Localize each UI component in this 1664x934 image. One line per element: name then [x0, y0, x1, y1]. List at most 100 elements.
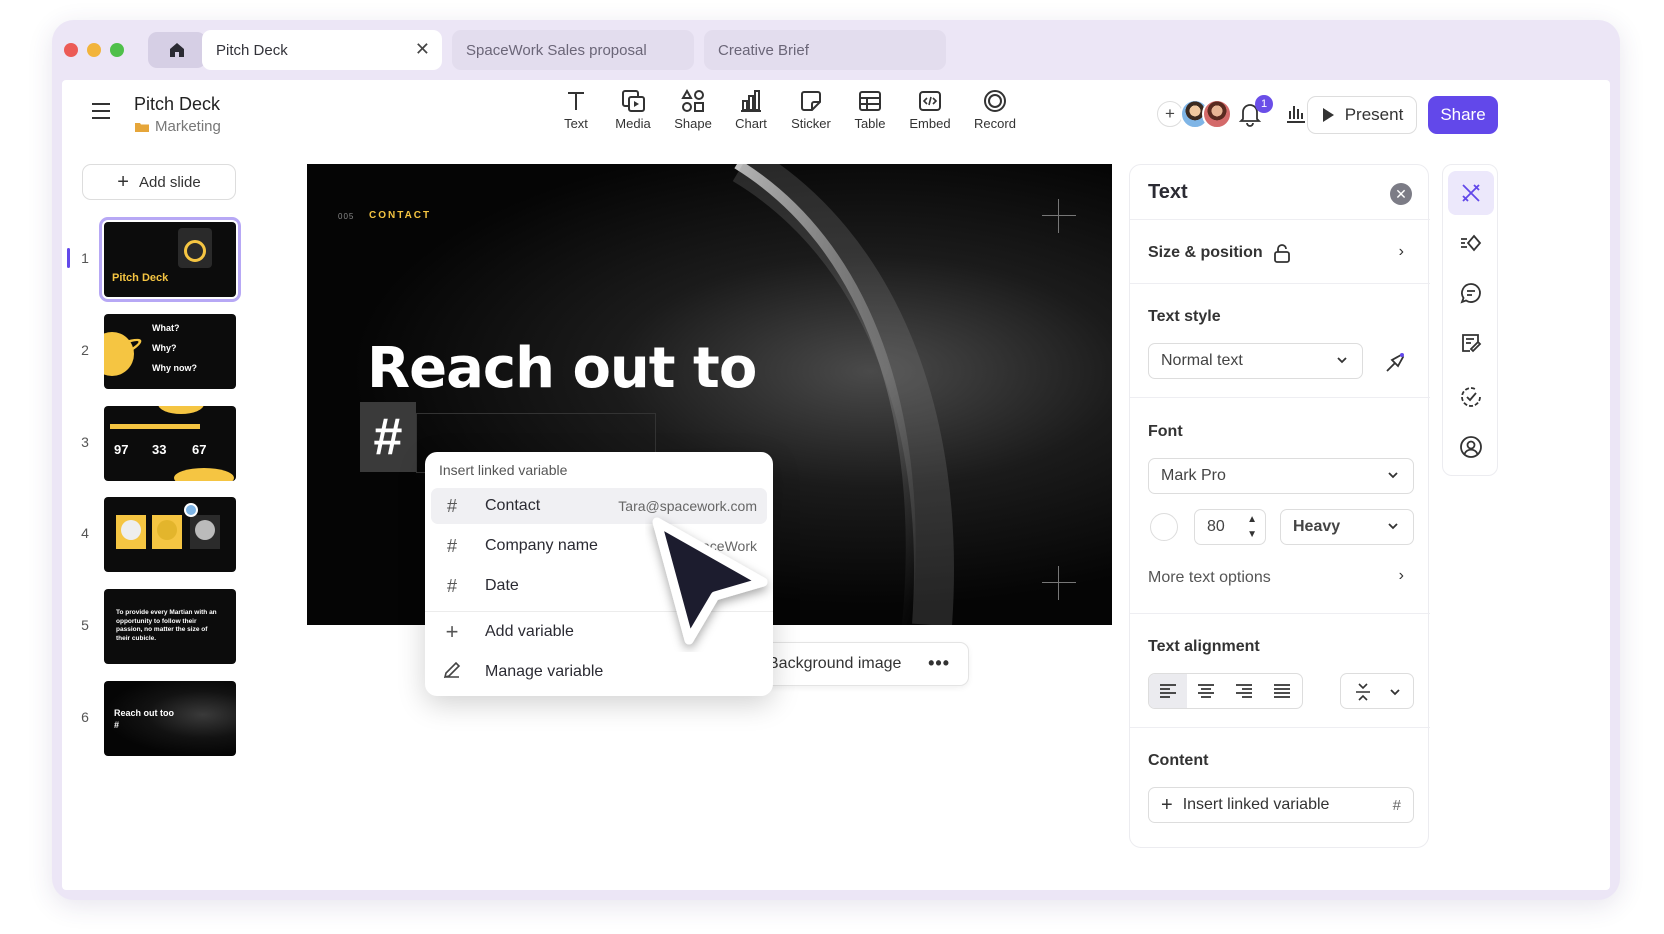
- align-left-button[interactable]: [1149, 674, 1187, 708]
- align-right-button[interactable]: [1225, 674, 1263, 708]
- avatar[interactable]: [1202, 99, 1232, 129]
- rail-comments-button[interactable]: [1448, 271, 1494, 315]
- slide-stat: 97: [114, 442, 129, 457]
- close-panel-icon[interactable]: ✕: [1390, 183, 1412, 205]
- insert-variable-label: Insert linked variable: [1182, 796, 1330, 813]
- tool-label: Media: [615, 116, 651, 131]
- slide-stat: 67: [192, 442, 207, 457]
- size-position-row[interactable]: Size & position: [1148, 243, 1291, 263]
- more-icon[interactable]: •••: [928, 653, 950, 674]
- background-image-label: Background image: [768, 655, 902, 672]
- home-icon: [170, 43, 184, 57]
- tool-table[interactable]: Table: [840, 88, 900, 131]
- section-label[interactable]: CONTACT: [369, 210, 431, 221]
- slide-number: 5: [81, 617, 89, 633]
- tool-label: Shape: [674, 116, 712, 131]
- slide-line: Reach out too: [114, 708, 174, 718]
- tab-spacework-sales-proposal[interactable]: SpaceWork Sales proposal: [452, 30, 694, 70]
- rail-notes-button[interactable]: [1448, 321, 1494, 365]
- shape-icon: [681, 88, 704, 112]
- divider: [1130, 613, 1430, 614]
- notes-icon: [1462, 334, 1482, 353]
- rail-profile-button[interactable]: [1448, 425, 1494, 469]
- doc-title[interactable]: Pitch Deck: [134, 94, 220, 115]
- app-window: Pitch Deck ✕ SpaceWork Sales proposal Cr…: [52, 20, 1620, 900]
- tab-label: Pitch Deck: [216, 41, 288, 59]
- lock-icon[interactable]: [1273, 243, 1291, 263]
- vertical-align-select[interactable]: [1340, 673, 1414, 709]
- insert-linked-variable-button[interactable]: + Insert linked variable #: [1148, 787, 1414, 823]
- hash-icon: #: [446, 535, 457, 556]
- more-text-options-row[interactable]: More text options: [1148, 569, 1271, 587]
- rail-design-button[interactable]: [1448, 171, 1494, 215]
- selected-slide-indicator: [67, 248, 70, 268]
- tool-record[interactable]: Record: [965, 88, 1025, 131]
- tab-label: Creative Brief: [718, 41, 809, 59]
- align-justify-button[interactable]: [1263, 674, 1301, 708]
- home-tab[interactable]: [148, 32, 206, 68]
- font-family-select[interactable]: Mark Pro: [1148, 458, 1414, 494]
- right-tool-rail: [1442, 164, 1498, 476]
- animation-icon: [1461, 234, 1482, 252]
- divider: [1130, 219, 1430, 220]
- analytics-icon[interactable]: [1284, 101, 1308, 125]
- slide-number: 6: [81, 709, 89, 725]
- slide-number: 3: [81, 434, 89, 450]
- crosshair-mark: [1042, 566, 1076, 600]
- tool-text[interactable]: Text: [546, 88, 606, 131]
- tool-label: Record: [974, 116, 1016, 131]
- menu-icon[interactable]: [92, 102, 112, 120]
- menu-header: Insert linked variable: [439, 462, 568, 478]
- chevron-right-icon[interactable]: ›: [1399, 243, 1404, 261]
- slide-thumbnail-4[interactable]: [104, 497, 236, 572]
- font-weight-value: Heavy: [1293, 518, 1341, 535]
- slide-thumbnail-6[interactable]: Reach out too #: [104, 681, 236, 756]
- divider: [1130, 397, 1430, 398]
- tab-creative-brief[interactable]: Creative Brief: [704, 30, 946, 70]
- add-slide-label: Add slide: [138, 173, 201, 191]
- doc-folder[interactable]: Marketing: [134, 118, 221, 135]
- slide-thumbnail-2[interactable]: What? Why? Why now?: [104, 314, 236, 389]
- minimize-window-dot[interactable]: [87, 43, 101, 57]
- tool-shape[interactable]: Shape: [663, 88, 723, 131]
- font-weight-select[interactable]: Heavy: [1280, 509, 1414, 545]
- present-button[interactable]: Present: [1307, 96, 1417, 134]
- chevron-down-icon: [1390, 689, 1400, 696]
- tool-label: Chart: [735, 116, 767, 131]
- text-style-select[interactable]: Normal text: [1148, 343, 1363, 379]
- font-size-stepper[interactable]: 80 ▲ ▼: [1194, 509, 1266, 545]
- tool-embed[interactable]: Embed: [900, 88, 960, 131]
- tool-chart[interactable]: Chart: [721, 88, 781, 131]
- font-heading: Font: [1148, 423, 1183, 440]
- slide-thumbnail-3[interactable]: 97 33 67: [104, 406, 236, 481]
- slide-thumbnail-5[interactable]: To provide every Martian with an opportu…: [104, 589, 236, 664]
- stepper-arrows-icon[interactable]: ▲ ▼: [1247, 512, 1257, 542]
- variable-placeholder[interactable]: #: [360, 402, 416, 472]
- add-slide-button[interactable]: + Add slide: [82, 164, 236, 200]
- menu-item-label: Company name: [485, 537, 598, 554]
- close-tab-icon[interactable]: ✕: [415, 39, 430, 60]
- plus-icon: +: [1161, 793, 1173, 816]
- slide-headline[interactable]: Reach out to: [367, 336, 757, 401]
- chevron-right-icon[interactable]: ›: [1399, 567, 1404, 585]
- sticker-icon: [801, 91, 821, 111]
- share-button[interactable]: Share: [1428, 96, 1498, 134]
- close-window-dot[interactable]: [64, 43, 78, 57]
- plus-icon: +: [445, 619, 459, 644]
- slide-thumbnail-1[interactable]: Pitch Deck: [99, 217, 241, 302]
- tool-sticker[interactable]: Sticker: [781, 88, 841, 131]
- maximize-window-dot[interactable]: [110, 43, 124, 57]
- tab-pitch-deck[interactable]: Pitch Deck ✕: [202, 30, 442, 70]
- tool-media[interactable]: Media: [603, 88, 663, 131]
- chart-icon: [741, 90, 761, 112]
- format-painter-icon[interactable]: [1383, 351, 1407, 375]
- align-center-button[interactable]: [1187, 674, 1225, 708]
- menu-item-manage-variable[interactable]: Manage variable: [431, 654, 767, 690]
- text-style-heading: Text style: [1148, 308, 1221, 325]
- font-color-swatch[interactable]: [1150, 513, 1178, 541]
- slide-line: Why?: [152, 343, 177, 353]
- rail-animation-button[interactable]: [1448, 221, 1494, 265]
- tool-label: Embed: [909, 116, 951, 131]
- rail-tasks-button[interactable]: [1448, 375, 1494, 419]
- cursor-pointer-icon: [652, 517, 768, 645]
